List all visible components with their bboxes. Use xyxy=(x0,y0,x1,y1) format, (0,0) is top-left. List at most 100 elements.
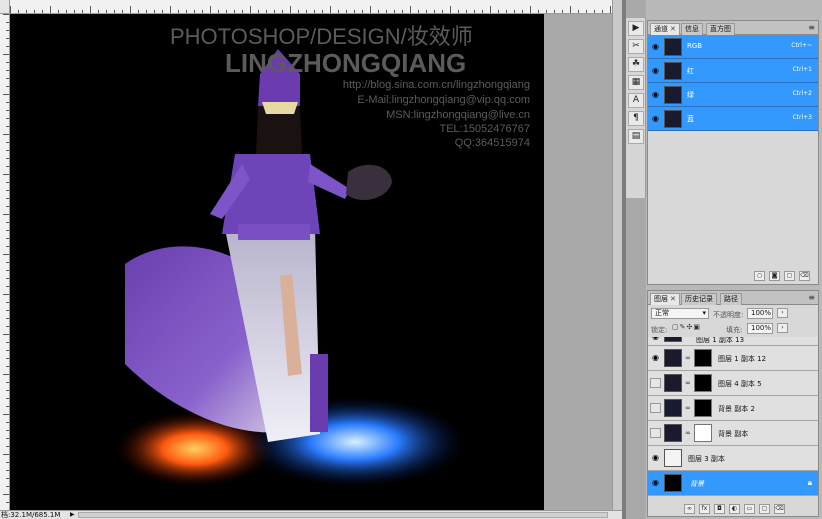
layer-row[interactable]: ◉ 图层 3 副本 xyxy=(648,446,818,471)
visibility-toggle[interactable] xyxy=(650,378,661,388)
new-channel-icon[interactable]: ▢ xyxy=(784,271,795,281)
group-icon[interactable]: ▭ xyxy=(744,504,755,514)
layer-name[interactable]: 背景 副本 xyxy=(718,429,748,439)
paragraph-icon[interactable]: ¶ xyxy=(628,111,644,126)
eye-icon[interactable]: ◉ xyxy=(650,42,661,51)
layer-name[interactable]: 图层 1 副本 12 xyxy=(718,354,766,364)
close-icon[interactable]: ✕ xyxy=(670,25,676,33)
ruler-tick xyxy=(498,10,499,13)
ruler-tick xyxy=(74,10,75,13)
layer-row[interactable]: ∞ 图层 4 副本 5 xyxy=(648,371,818,396)
panel-menu-icon[interactable]: ≡ xyxy=(808,293,815,302)
ruler-tick xyxy=(6,70,9,71)
tab-paths[interactable]: 路径 xyxy=(720,293,742,305)
visibility-toggle[interactable] xyxy=(650,403,661,413)
link-icon[interactable]: ∞ xyxy=(685,354,691,362)
layer-name[interactable]: 图层 1 副本 13 xyxy=(696,337,744,345)
channel-row-rgb[interactable]: ◉ RGB Ctrl+~ xyxy=(648,35,818,59)
adjustment-icon[interactable]: ◐ xyxy=(729,504,740,514)
trash-icon[interactable]: ⌫ xyxy=(774,504,785,514)
load-selection-icon[interactable]: ○ xyxy=(754,271,765,281)
eye-icon[interactable]: ◉ xyxy=(650,114,661,123)
ruler-tick xyxy=(3,374,9,375)
tab-histogram[interactable]: 直方图 xyxy=(706,23,735,35)
channels-panel: 通道 ✕ 信息 直方图 ≡ ◉ RGB Ctrl+~ ◉ 红 Ctrl+1 ◉ 绿… xyxy=(647,20,819,285)
tools-icon[interactable]: ✂ xyxy=(628,39,644,54)
styles-icon[interactable]: ▦ xyxy=(628,75,644,90)
ruler-tick xyxy=(6,230,9,231)
fill-input[interactable]: 100% xyxy=(747,323,773,334)
channel-shortcut: Ctrl+~ xyxy=(791,42,812,49)
fill-slider-arrow-icon[interactable]: › xyxy=(777,323,788,333)
tab-channels[interactable]: 通道 ✕ xyxy=(650,23,680,35)
ruler-tick xyxy=(474,10,475,13)
eye-icon[interactable]: ◉ xyxy=(650,453,661,462)
opacity-input[interactable]: 100% xyxy=(747,308,773,319)
panel-menu-icon[interactable]: ≡ xyxy=(808,23,815,32)
layer-row[interactable]: ∞ 背景 副本 2 xyxy=(648,396,818,421)
fx-icon[interactable]: fx xyxy=(699,504,710,514)
eye-icon[interactable]: ◉ xyxy=(650,353,661,362)
ruler-tick xyxy=(6,302,9,303)
layer-name[interactable]: 背景 xyxy=(690,479,704,489)
vertical-scrollbar[interactable] xyxy=(612,0,622,510)
opacity-slider-arrow-icon[interactable]: › xyxy=(777,308,788,318)
eye-icon[interactable]: ◉ xyxy=(650,90,661,99)
tab-info[interactable]: 信息 xyxy=(681,23,703,35)
watermark-qq: QQ:364515974 xyxy=(455,137,530,149)
ruler-tick xyxy=(266,10,267,13)
ruler-tick xyxy=(106,10,107,13)
layer-row[interactable]: ◉ ∞ 图层 1 副本 12 xyxy=(648,346,818,371)
status-menu-arrow-icon[interactable]: ▶ xyxy=(70,511,75,519)
eye-icon[interactable]: ◉ xyxy=(650,337,661,341)
channel-thumbnail xyxy=(664,86,682,104)
layer-row-selected[interactable]: ◉ 背景 🔒︎ xyxy=(648,471,818,496)
document-canvas-area[interactable]: PHOTOSHOP/DESIGN/妆效师 LINGZHONGQIANG http… xyxy=(10,14,622,510)
mask-icon[interactable]: ◘ xyxy=(714,504,725,514)
ruler-tick xyxy=(6,318,9,319)
layer-mask-thumbnail[interactable] xyxy=(694,349,712,367)
layer-name[interactable]: 背景 副本 2 xyxy=(718,404,755,414)
visibility-toggle[interactable] xyxy=(650,428,661,438)
layer-mask-thumbnail[interactable] xyxy=(694,424,712,442)
link-icon[interactable]: ∞ xyxy=(685,404,691,412)
document-image[interactable]: PHOTOSHOP/DESIGN/妆效师 LINGZHONGQIANG http… xyxy=(10,14,544,510)
character-icon[interactable]: A xyxy=(628,93,644,108)
document-size-readout[interactable]: 档:32.1M/685.1M xyxy=(1,511,60,519)
layer-mask-thumbnail[interactable] xyxy=(694,399,712,417)
ruler-tick xyxy=(586,10,587,13)
layer-row[interactable]: ∞ 背景 副本 xyxy=(648,421,818,446)
link-icon[interactable]: ∞ xyxy=(685,379,691,387)
close-icon[interactable]: ✕ xyxy=(670,295,676,303)
lock-icons[interactable]: ▢✎✣▣ xyxy=(672,323,701,331)
channel-shortcut: Ctrl+2 xyxy=(792,90,812,97)
play-actions-icon[interactable]: ▶ xyxy=(628,21,644,36)
horizontal-scrollbar[interactable] xyxy=(78,512,608,518)
layer-mask-thumbnail[interactable] xyxy=(694,374,712,392)
ruler-tick xyxy=(210,6,211,13)
layer-name[interactable]: 图层 4 副本 5 xyxy=(718,379,762,389)
trash-icon[interactable]: ⌫ xyxy=(799,271,810,281)
layers-list[interactable]: ◉ 图层 1 副本 13 ◉ ∞ 图层 1 副本 12 ∞ 图层 4 副本 5 … xyxy=(648,337,818,502)
new-layer-icon[interactable]: ▢ xyxy=(759,504,770,514)
blend-mode-select[interactable]: 正常 ▾ xyxy=(651,308,709,319)
ruler-tick xyxy=(578,10,579,13)
channel-row-green[interactable]: ◉ 绿 Ctrl+2 xyxy=(648,83,818,107)
tab-history[interactable]: 历史记录 xyxy=(681,293,717,305)
lock-icon[interactable]: 🔒︎ xyxy=(808,478,812,488)
layer-thumbnail xyxy=(664,374,682,392)
channel-row-blue[interactable]: ◉ 蓝 Ctrl+3 xyxy=(648,107,818,131)
notes-icon[interactable]: ▤ xyxy=(628,129,644,144)
swatches-icon[interactable]: ☘ xyxy=(628,57,644,72)
eye-icon[interactable]: ◉ xyxy=(650,478,661,487)
layer-name[interactable]: 图层 3 副本 xyxy=(688,454,725,464)
link-icon[interactable]: ∞ xyxy=(684,504,695,514)
eye-icon[interactable]: ◉ xyxy=(650,66,661,75)
channel-row-red[interactable]: ◉ 红 Ctrl+1 xyxy=(648,59,818,83)
tab-layers[interactable]: 图层 ✕ xyxy=(650,293,680,305)
ruler-origin[interactable] xyxy=(0,0,10,14)
layer-row[interactable]: ◉ 图层 1 副本 13 xyxy=(648,337,818,346)
ruler-tick xyxy=(6,38,9,39)
save-selection-icon[interactable]: ◙ xyxy=(769,271,780,281)
link-icon[interactable]: ∞ xyxy=(685,429,691,437)
